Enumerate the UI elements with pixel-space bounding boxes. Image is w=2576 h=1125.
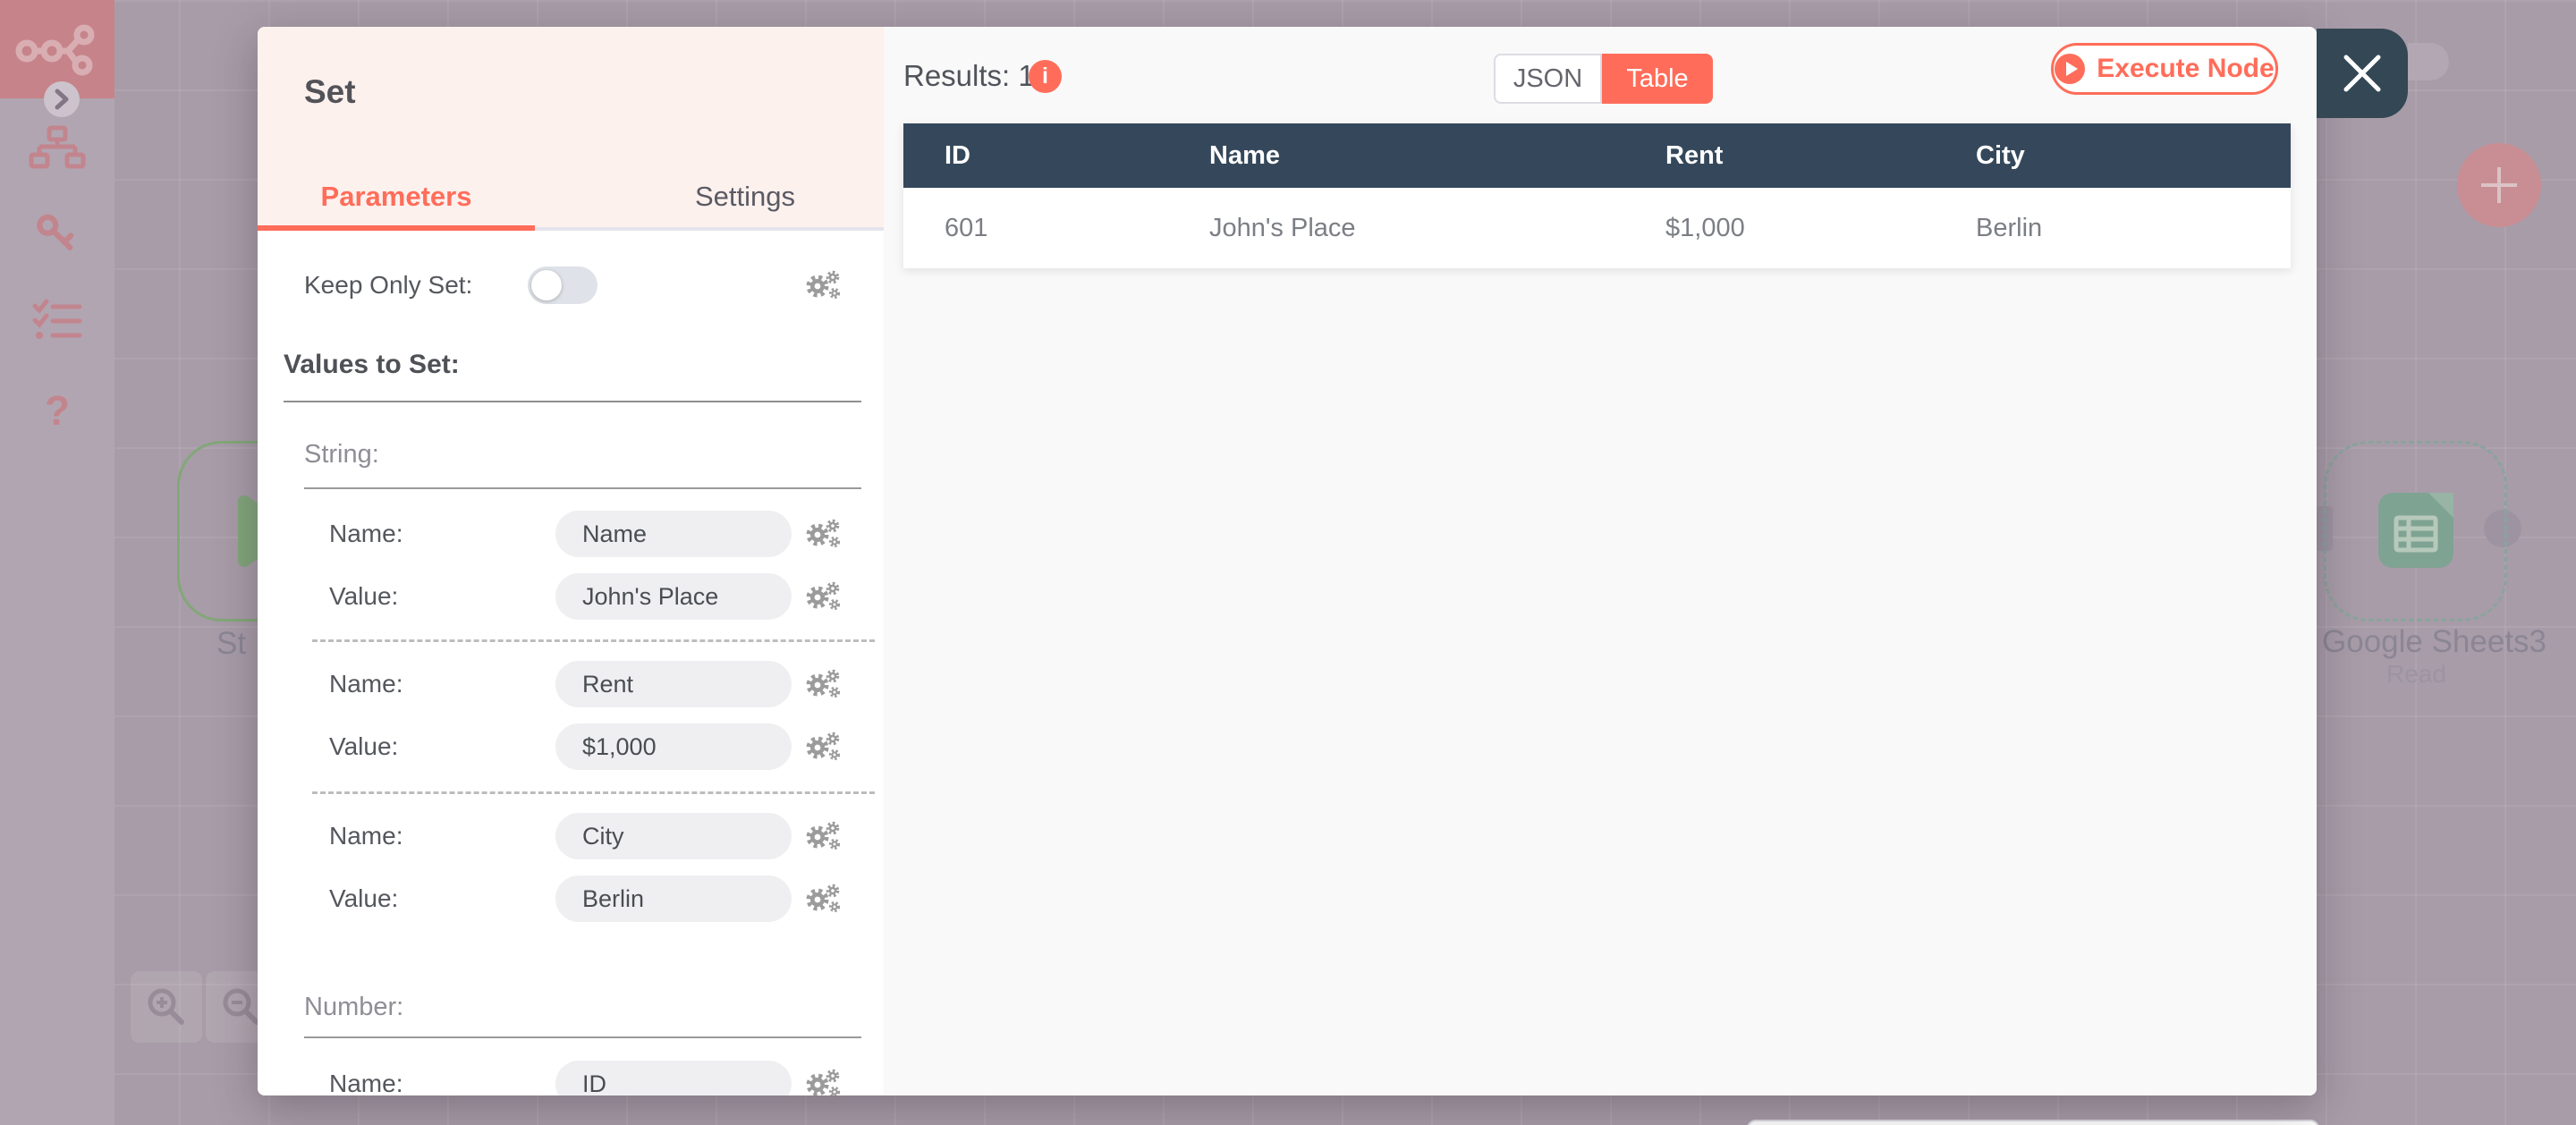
node-title: Set	[304, 73, 356, 110]
node-editor-modal: Set Parameters Settings Keep Only Set: V…	[258, 27, 2317, 1095]
string-1-value-value: $1,000	[582, 732, 657, 760]
cell-name: John's Place	[1209, 214, 1356, 242]
google-sheets-node-name: Google Sheets3	[2322, 624, 2547, 659]
string-section-label: String:	[304, 440, 379, 469]
keep-only-set-toggle[interactable]	[528, 266, 597, 304]
field-separator	[312, 791, 875, 794]
string-0-value-gears-icon[interactable]	[805, 579, 842, 615]
string-0-name-value: Name	[582, 520, 648, 547]
sidebar-item-workflows	[0, 125, 114, 172]
info-icon[interactable]: i	[1029, 60, 1062, 93]
cell-city: Berlin	[1976, 214, 2043, 242]
results-table: ID Name Rent City 601 John's Place $1,00…	[903, 123, 2291, 268]
keep-only-set-gears-icon[interactable]	[805, 267, 842, 304]
sidebar-item-credentials	[0, 209, 114, 254]
values-to-set-label: Values to Set:	[284, 350, 460, 379]
help-icon: ?	[44, 387, 71, 434]
start-node-label: St	[216, 626, 247, 661]
string-2-name-input[interactable]: City	[555, 813, 792, 859]
close-modal-button[interactable]	[2317, 29, 2408, 118]
zoom-in-button	[131, 971, 202, 1043]
sidebar-expand-button	[44, 81, 80, 117]
chevron-right-icon	[55, 89, 69, 110]
sidebar-item-executions	[0, 299, 114, 340]
keep-only-set-label: Keep Only Set:	[304, 271, 473, 299]
field-label-value: Value:	[329, 582, 399, 610]
string-1-name-gears-icon[interactable]	[805, 666, 842, 703]
background-pill	[2408, 43, 2449, 80]
n8n-app: St Google Sheets3 Read ? Set Parameters …	[0, 0, 2576, 1125]
string-1-name-value: Rent	[582, 670, 634, 698]
active-tab-underline	[258, 225, 535, 231]
column-header-city: City	[1976, 141, 2025, 170]
values-divider	[284, 401, 861, 402]
parameters-panel: Set Parameters Settings Keep Only Set: V…	[258, 27, 884, 1095]
tab-parameters[interactable]: Parameters	[258, 170, 535, 224]
cell-id: 601	[945, 214, 988, 242]
close-icon	[2343, 55, 2381, 92]
string-2-value-value: Berlin	[582, 884, 645, 912]
string-0-value-input[interactable]: John's Place	[555, 573, 792, 620]
add-node-button	[2457, 143, 2541, 227]
n8n-logo-icon	[15, 24, 95, 76]
column-header-rent: Rent	[1665, 141, 1724, 170]
field-label-name: Name:	[329, 822, 403, 850]
number-section-label: Number:	[304, 993, 404, 1021]
field-label-name: Name:	[329, 520, 403, 547]
execute-node-button[interactable]: Execute Node	[2051, 43, 2278, 95]
plus-icon	[2481, 167, 2517, 203]
string-2-name-value: City	[582, 822, 624, 850]
string-0-name-input[interactable]: Name	[555, 511, 792, 557]
number-0-name-input[interactable]: ID	[555, 1061, 792, 1095]
string-1-name-input[interactable]: Rent	[555, 661, 792, 707]
tab-settings[interactable]: Settings	[606, 170, 884, 224]
column-header-id: ID	[945, 141, 970, 170]
results-count-label: Results: 1	[903, 59, 1035, 92]
play-icon	[2055, 54, 2086, 84]
number-0-name-value: ID	[582, 1070, 606, 1096]
view-toggle-table[interactable]: Table	[1602, 54, 1713, 104]
execute-node-label: Execute Node	[2097, 54, 2275, 83]
string-0-name-gears-icon[interactable]	[805, 516, 842, 553]
string-1-value-input[interactable]: $1,000	[555, 723, 792, 770]
string-2-value-gears-icon[interactable]	[805, 881, 842, 918]
results-table-header: ID Name Rent City	[903, 123, 2291, 188]
column-header-name: Name	[1209, 141, 1280, 170]
field-label-value: Value:	[329, 732, 399, 760]
field-separator	[312, 639, 875, 642]
string-0-value-value: John's Place	[582, 582, 719, 610]
view-toggle: JSON Table	[1494, 54, 1713, 104]
cell-rent: $1,000	[1665, 214, 1745, 242]
executions-list-icon	[32, 299, 82, 339]
field-label-name: Name:	[329, 1070, 403, 1095]
string-1-value-gears-icon[interactable]	[805, 729, 842, 766]
zoom-in-icon	[148, 988, 184, 1025]
table-row: 601 John's Place $1,000 Berlin	[903, 188, 2291, 268]
key-icon	[37, 214, 74, 250]
sidebar: ?	[0, 0, 114, 1125]
google-sheets-node-operation: Read	[2386, 660, 2446, 688]
number-divider	[304, 1036, 861, 1038]
bottom-popup	[1747, 1120, 2319, 1125]
field-label-name: Name:	[329, 670, 403, 698]
view-toggle-json[interactable]: JSON	[1494, 54, 1602, 104]
string-2-value-input[interactable]: Berlin	[555, 875, 792, 922]
field-label-value: Value:	[329, 884, 399, 912]
google-sheets-icon	[2378, 493, 2453, 568]
results-panel: Results: 1 i JSON Table Execute Node ID …	[884, 27, 2317, 1095]
sidebar-item-help: ?	[0, 386, 114, 435]
string-2-name-gears-icon[interactable]	[805, 818, 842, 855]
workflows-icon	[29, 125, 86, 169]
string-divider	[304, 487, 861, 489]
toggle-knob	[531, 270, 562, 300]
number-0-name-gears-icon[interactable]	[805, 1066, 842, 1095]
